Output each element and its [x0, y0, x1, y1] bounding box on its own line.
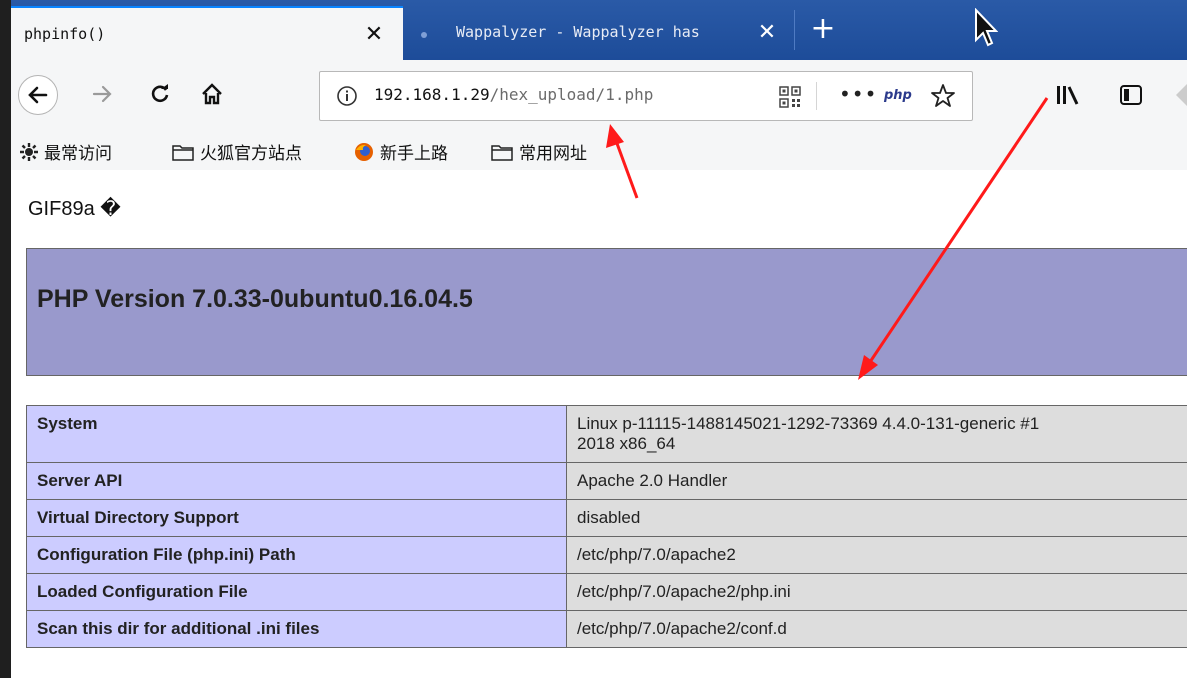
- phpinfo-table: System Linux p-11115-1488145021-1292-733…: [26, 405, 1187, 648]
- tab-separator: [794, 10, 795, 50]
- row-value: /etc/php/7.0/apache2/conf.d: [566, 610, 1187, 648]
- desktop-edge: [0, 0, 11, 678]
- reload-button[interactable]: [144, 78, 176, 110]
- row-value: disabled: [566, 499, 1187, 537]
- row-key: Configuration File (php.ini) Path: [26, 536, 567, 574]
- bookmark-getting-started[interactable]: 新手上路: [354, 139, 448, 164]
- home-button[interactable]: [196, 78, 228, 110]
- overflow-chevron-icon[interactable]: [1176, 84, 1187, 106]
- bookmark-common-sites[interactable]: 常用网址: [491, 139, 587, 164]
- bookmark-firefox-site[interactable]: 火狐官方站点: [172, 139, 302, 164]
- row-key: Virtual Directory Support: [26, 499, 567, 537]
- php-extension-icon[interactable]: php: [884, 88, 912, 103]
- reload-icon: [151, 84, 169, 103]
- tab-title: phpinfo(): [24, 25, 106, 43]
- home-icon: [202, 83, 222, 105]
- sidebar-icon[interactable]: [1119, 84, 1143, 106]
- arrow-left-icon: [28, 86, 48, 104]
- bookmark-label: 最常访问: [44, 144, 112, 164]
- info-icon[interactable]: [336, 85, 358, 107]
- close-icon[interactable]: ✕: [753, 18, 781, 46]
- new-tab-button[interactable]: +: [808, 14, 838, 44]
- bookmarks-toolbar: 最常访问 火狐官方站点 新手上路 常用网址: [11, 130, 1187, 170]
- table-row: Server API Apache 2.0 Handler: [26, 462, 1187, 500]
- row-value: Linux p-11115-1488145021-1292-73369 4.4.…: [566, 405, 1187, 463]
- row-key: Server API: [26, 462, 567, 500]
- close-icon[interactable]: ✕: [360, 20, 388, 48]
- page-content: GIF89a � PHP Version 7.0.33-0ubuntu0.16.…: [11, 170, 1187, 678]
- tab-indicator-icon: [421, 32, 427, 38]
- folder-icon: [172, 144, 194, 161]
- forward-button[interactable]: [86, 78, 118, 110]
- page-title: PHP Version 7.0.33-0ubuntu0.16.04.5: [37, 285, 473, 313]
- row-key: System: [26, 405, 567, 463]
- row-value: /etc/php/7.0/apache2/php.ini: [566, 573, 1187, 611]
- row-value-line: 2018 x86_64: [577, 434, 676, 453]
- bookmark-most-visited[interactable]: 最常访问: [20, 139, 112, 164]
- php-version-header: PHP Version 7.0.33-0ubuntu0.16.04.5: [26, 248, 1187, 376]
- browser-window: phpinfo() ✕ Wappalyzer - Wappalyzer has …: [11, 0, 1187, 678]
- folder-icon: [491, 144, 513, 161]
- tab-wappalyzer[interactable]: Wappalyzer - Wappalyzer has ✕: [403, 6, 793, 60]
- bookmark-label: 火狐官方站点: [200, 144, 302, 164]
- bookmark-label: 新手上路: [380, 144, 448, 164]
- tab-strip: phpinfo() ✕ Wappalyzer - Wappalyzer has …: [11, 0, 1187, 60]
- table-row: Virtual Directory Support disabled: [26, 499, 1187, 537]
- table-row: Loaded Configuration File /etc/php/7.0/a…: [26, 573, 1187, 611]
- row-value: /etc/php/7.0/apache2: [566, 536, 1187, 574]
- row-value: Apache 2.0 Handler: [566, 462, 1187, 500]
- bookmark-star-icon[interactable]: [930, 83, 956, 109]
- url-path: /hex_upload/1.php: [489, 85, 654, 104]
- gif-magic-header: GIF89a �: [28, 198, 121, 220]
- library-icon[interactable]: [1056, 84, 1082, 106]
- page-actions-button[interactable]: •••: [839, 82, 877, 106]
- mouse-cursor-icon: [975, 8, 998, 47]
- tab-phpinfo[interactable]: phpinfo() ✕: [11, 6, 403, 60]
- qr-code-icon[interactable]: [779, 86, 801, 108]
- row-key: Loaded Configuration File: [26, 573, 567, 611]
- table-row: Scan this dir for additional .ini files …: [26, 610, 1187, 648]
- table-row: Configuration File (php.ini) Path /etc/p…: [26, 536, 1187, 574]
- table-row: System Linux p-11115-1488145021-1292-733…: [26, 405, 1187, 463]
- navigation-toolbar: 192.168.1.29/hex_upload/1.php ••• php: [11, 60, 1187, 130]
- url-divider: [816, 82, 817, 110]
- bookmark-label: 常用网址: [519, 144, 587, 164]
- row-value-line: Linux p-11115-1488145021-1292-73369 4.4.…: [577, 414, 1040, 433]
- url-input[interactable]: 192.168.1.29/hex_upload/1.php: [374, 85, 734, 104]
- firefox-icon: [355, 142, 373, 161]
- tab-title: Wappalyzer - Wappalyzer has: [456, 23, 700, 41]
- arrow-right-icon: [92, 85, 112, 103]
- gear-icon: [20, 142, 38, 161]
- url-host: 192.168.1.29: [374, 85, 490, 104]
- row-key: Scan this dir for additional .ini files: [26, 610, 567, 648]
- back-button[interactable]: [18, 75, 58, 115]
- address-bar[interactable]: 192.168.1.29/hex_upload/1.php ••• php: [319, 71, 973, 121]
